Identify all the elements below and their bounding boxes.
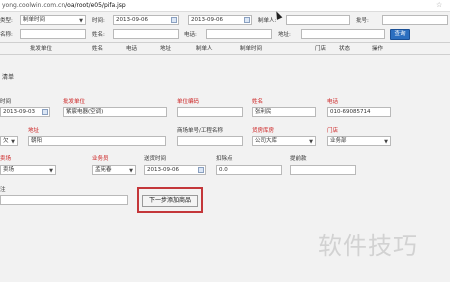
calendar-icon[interactable] [42,109,48,115]
filter-type-label: 类型: [0,18,13,24]
table-header: 批发单位 姓名 电话 地址 制单人 制单时间 门店 状态 操作 [0,43,450,53]
form-remark-input[interactable] [0,195,128,205]
browser-url-bar[interactable]: yong.coolwin.com.cn/oa/root/e05/pifa.jsp… [0,0,450,12]
filter-date-to-input[interactable]: 2013-09-06 [188,15,252,25]
form-status-select[interactable]: 欠 ▼ [0,136,18,146]
filter-name-input[interactable] [20,29,86,39]
col-header-actions[interactable]: 操作 [372,44,383,52]
form-project-select[interactable]: 卖场 ▼ [0,165,56,175]
form-order-no-input[interactable] [177,136,243,146]
form-phone-label: 电话 [327,99,339,105]
calendar-icon[interactable] [244,17,250,23]
url-text[interactable]: yong.coolwin.com.cn/oa/root/e05/pifa.jsp [2,2,126,9]
col-header-phone[interactable]: 电话 [126,44,137,52]
col-header-unit[interactable]: 批发单位 [30,44,52,52]
filter-person-name-input[interactable] [113,29,179,39]
bookmark-star-icon[interactable]: ☆ [436,1,444,9]
form-warehouse-select[interactable]: 公司大库 ▼ [252,136,316,146]
next-add-product-button[interactable]: 下一步添加商品 [142,195,198,207]
form-order-no-label: 商场单号/工程名称 [177,128,223,134]
filter-address-label: 地址: [278,32,291,38]
chevron-down-icon: ▼ [79,18,83,24]
filter-maker-label: 制单人: [258,18,277,24]
form-unit-label: 批发单位 [63,99,86,105]
form-name-label: 姓名 [252,99,264,105]
form-unit-code-input[interactable] [177,107,243,117]
form-phone-input[interactable]: 010-69085714 [327,107,391,117]
col-header-status[interactable]: 状态 [339,44,350,52]
form-store-label: 门店 [327,128,339,134]
section-title: 清单 [2,74,15,81]
calendar-icon[interactable] [198,167,204,173]
filter-date-from-input[interactable]: 2013-09-06 [113,15,179,25]
form-salesman-select[interactable]: 孟宪春 ▼ [92,165,136,175]
form-unit-input[interactable]: 紫宸电器(空调) [63,107,167,117]
filter-time-label: 时间: [92,18,105,24]
chevron-down-icon: ▼ [309,139,313,145]
form-address-label: 地址 [28,128,40,134]
col-header-name[interactable]: 姓名 [92,44,103,52]
highlight-box: 下一步添加商品 [137,187,203,213]
form-address-input[interactable]: 朝阳 [28,136,166,146]
filter-phone-input[interactable] [206,29,272,39]
form-remark-label: 注 [0,187,6,193]
divider [0,54,450,55]
chevron-down-icon: ▼ [384,139,388,145]
filter-address-input[interactable] [301,29,385,39]
filter-type-select[interactable]: 制单时间 ▼ [20,15,86,25]
form-warehouse-label: 货房库房 [252,128,275,134]
filter-phone-label: 电话: [184,32,197,38]
filter-person-name-label: 姓名: [92,32,105,38]
col-header-maker[interactable]: 制单人 [196,44,213,52]
form-time-label: 时间 [0,99,12,105]
form-rate-input[interactable]: 0.0 [216,165,282,175]
form-delivery-time-input[interactable]: 2013-09-06 [144,165,206,175]
filter-maker-input[interactable] [286,15,350,25]
form-delivery-time-label: 送货时间 [144,156,167,162]
col-header-make-time[interactable]: 制单时间 [240,44,262,52]
form-store-select[interactable]: 业务部 ▼ [327,136,391,146]
chevron-down-icon: ▼ [11,139,15,145]
filter-batch-no-label: 批号: [356,18,369,24]
col-header-store[interactable]: 门店 [315,44,326,52]
form-salesman-label: 业务员 [92,156,109,162]
query-button[interactable]: 查询 [390,29,410,40]
filter-name-label: 名称: [0,32,13,38]
form-deposit-input[interactable] [290,165,356,175]
form-project-label: 卖场 [0,156,12,162]
form-deposit-label: 提前款 [290,156,307,162]
filter-batch-no-input[interactable] [382,15,448,25]
chevron-down-icon: ▼ [49,168,53,174]
form-rate-label: 扣除点 [216,156,233,162]
calendar-icon[interactable] [171,17,177,23]
watermark-text: 软件技巧 [318,232,418,260]
form-name-input[interactable]: 张利民 [252,107,316,117]
form-time-input[interactable]: 2013-09-03 [0,107,50,117]
col-header-address[interactable]: 地址 [160,44,171,52]
chevron-down-icon: ▼ [129,168,133,174]
form-unit-code-label: 单位编码 [177,99,200,105]
